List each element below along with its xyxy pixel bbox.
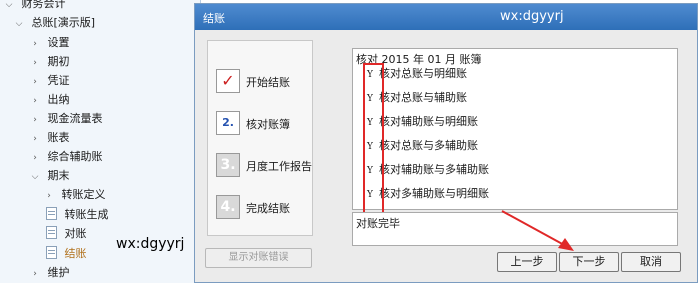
check-text: 核对多辅助账与明细账 bbox=[379, 187, 489, 200]
step-label: 核对账簿 bbox=[246, 118, 290, 131]
tree-node-cashflow[interactable]: › 现金流量表 bbox=[30, 109, 103, 129]
chevron-right-icon: › bbox=[33, 39, 37, 49]
tree-node-settings[interactable]: › 设置 bbox=[30, 33, 70, 53]
document-icon bbox=[46, 226, 57, 239]
tree-node-maintenance[interactable]: › 维护 bbox=[30, 263, 70, 283]
tree-node-label: 账表 bbox=[47, 131, 70, 144]
tree-node-label: 出纳 bbox=[47, 93, 70, 106]
tree-node-label: 综合辅助账 bbox=[47, 150, 103, 163]
tree-node-label: 期末 bbox=[47, 169, 70, 182]
tree-node-close-period[interactable]: 结账 bbox=[46, 244, 87, 264]
check-text: 核对总账与多辅助账 bbox=[379, 139, 478, 152]
tree-node-label: 总账[演示版] bbox=[31, 16, 96, 29]
tree-node-vouchers[interactable]: › 凭证 bbox=[30, 71, 70, 91]
prev-step-button[interactable]: 上一步 bbox=[497, 252, 557, 272]
tree-node-label: 财务会计 bbox=[21, 0, 66, 10]
chevron-down-icon: ⌵ bbox=[31, 172, 39, 182]
dialog-title: 结账 bbox=[203, 12, 225, 25]
tree-node-finance[interactable]: ⌵ 财务会计 bbox=[4, 0, 66, 14]
tree-node-label: 现金流量表 bbox=[47, 112, 103, 125]
check-text: 核对辅助账与明细账 bbox=[379, 115, 478, 128]
chevron-right-icon: › bbox=[47, 191, 51, 201]
chevron-right-icon: › bbox=[33, 115, 37, 125]
step-label: 完成结账 bbox=[246, 202, 290, 215]
tree-node-general-ledger[interactable]: ⌵ 总账[演示版] bbox=[14, 13, 96, 33]
check-item: Y 核对辅助账与多辅助账 bbox=[367, 162, 489, 178]
tree-node-label: 凭证 bbox=[47, 74, 70, 87]
chevron-right-icon: › bbox=[33, 134, 37, 144]
close-period-dialog: 结账 wx:dgyyrj ✓ 开始结账 2. 核对账簿 3. 月度工作报告 4.… bbox=[194, 3, 698, 283]
reconcile-results-list: 核对 2015 年 01 月 账簿 Y 核对总账与明细账 Y 核对总账与辅助账 Y核… bbox=[352, 48, 678, 214]
reconcile-result-box: 对账完毕 bbox=[352, 212, 678, 246]
tree-node-label: 转账生成 bbox=[64, 208, 109, 221]
tree-node-transfer-gen[interactable]: 转账生成 bbox=[46, 205, 109, 225]
wizard-steps-panel: ✓ 开始结账 2. 核对账簿 3. 月度工作报告 4. 完成结账 bbox=[207, 40, 313, 236]
document-icon bbox=[46, 207, 57, 220]
step-label: 开始结账 bbox=[246, 76, 290, 89]
highlight-box bbox=[363, 63, 384, 214]
chevron-down-icon: ⌵ bbox=[5, 0, 13, 10]
chevron-right-icon: › bbox=[33, 96, 37, 106]
check-text: 核对总账与明细账 bbox=[379, 67, 467, 80]
checkmark-icon: ✓ bbox=[216, 69, 240, 93]
tree-node-label: 转账定义 bbox=[61, 188, 106, 201]
dialog-titlebar[interactable]: 结账 wx:dgyyrj bbox=[195, 4, 697, 30]
document-icon bbox=[46, 246, 57, 259]
tree-node-opening[interactable]: › 期初 bbox=[30, 52, 70, 72]
check-item: Y 核对多辅助账与明细账 bbox=[367, 186, 489, 202]
tree-node-transfer-def[interactable]: › 转账定义 bbox=[44, 185, 106, 205]
tree-node-label: 结账 bbox=[64, 247, 87, 260]
cancel-button[interactable]: 取消 bbox=[621, 252, 681, 272]
step-label: 月度工作报告 bbox=[246, 160, 312, 173]
tree-node-reports[interactable]: › 账表 bbox=[30, 128, 70, 148]
chevron-right-icon: › bbox=[33, 77, 37, 87]
chevron-right-icon: › bbox=[33, 58, 37, 68]
tree-node-label: 对账 bbox=[64, 227, 87, 240]
tree-node-label: 维护 bbox=[47, 266, 70, 279]
tree-node-label: 期初 bbox=[47, 55, 70, 68]
chevron-right-icon: › bbox=[33, 269, 37, 279]
step-2-icon: 2. bbox=[216, 111, 240, 135]
tree-node-label: 设置 bbox=[47, 36, 70, 49]
tree-node-period-end[interactable]: ⌵ 期末 bbox=[30, 166, 70, 186]
step-3-icon: 3. bbox=[216, 153, 240, 177]
chevron-down-icon: ⌵ bbox=[15, 19, 23, 29]
check-text: 核对辅助账与多辅助账 bbox=[379, 163, 489, 176]
reconcile-result-text: 对账完毕 bbox=[356, 217, 400, 230]
check-text: 核对总账与辅助账 bbox=[379, 91, 467, 104]
tree-node-aux-ledger[interactable]: › 综合辅助账 bbox=[30, 147, 103, 167]
navigation-tree: ⌵ 财务会计 ⌵ 总账[演示版] › 设置 › 期初 › 凭证 › 出纳 › 现… bbox=[0, 0, 201, 283]
tree-node-cashier[interactable]: › 出纳 bbox=[30, 90, 70, 110]
step-4-icon: 4. bbox=[216, 195, 240, 219]
show-reconcile-errors-button[interactable]: 显示对账错误 bbox=[205, 248, 312, 268]
chevron-right-icon: › bbox=[33, 153, 37, 163]
tree-node-reconcile[interactable]: 对账 bbox=[46, 224, 87, 244]
watermark-text: wx:dgyyrj bbox=[116, 236, 185, 252]
next-step-button[interactable]: 下一步 bbox=[559, 252, 619, 272]
watermark-text: wx:dgyyrj bbox=[500, 9, 564, 24]
